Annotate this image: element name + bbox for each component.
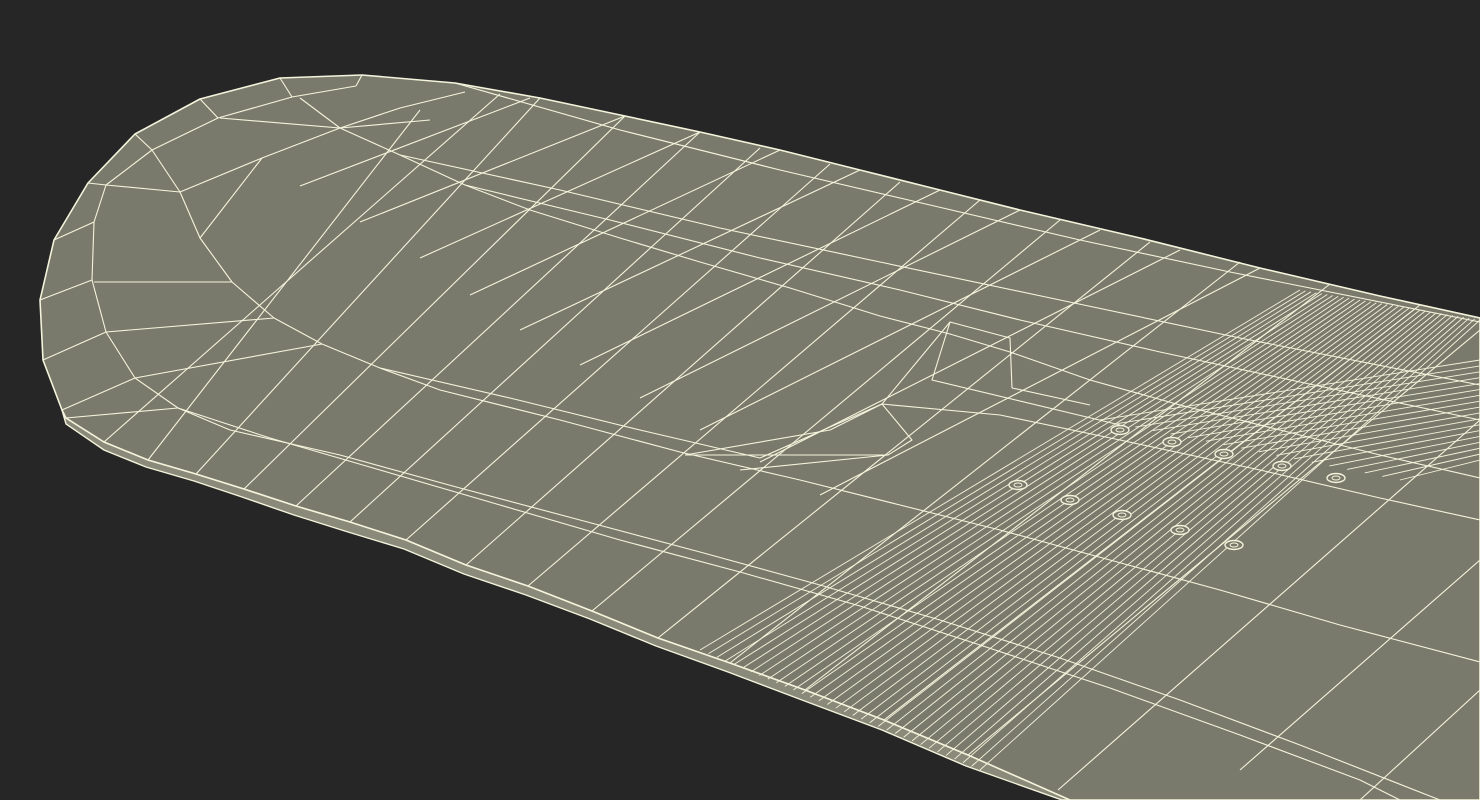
mount-hole-4 (1272, 460, 1292, 472)
mount-hole-8 (1112, 509, 1132, 521)
mount-hole-2 (1162, 436, 1182, 448)
mount-hole-6 (1008, 479, 1028, 491)
deck-wireframe (39, 74, 1480, 800)
mount-hole-10 (1224, 539, 1244, 551)
wireframe-viewport (0, 0, 1480, 800)
mount-hole-7 (1060, 494, 1080, 506)
mount-hole-1 (1110, 424, 1130, 436)
mount-hole-9 (1170, 524, 1190, 536)
mount-hole-5 (1326, 472, 1346, 484)
mount-hole-3 (1214, 448, 1234, 460)
